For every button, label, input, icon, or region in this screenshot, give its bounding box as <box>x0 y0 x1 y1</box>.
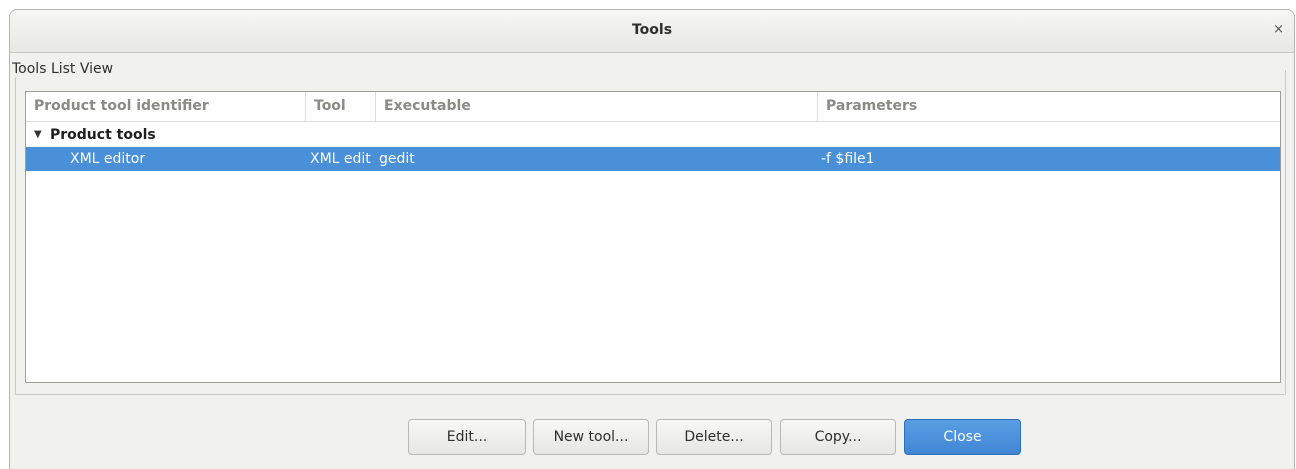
copy-button[interactable]: Copy... <box>780 419 896 455</box>
expander-triangle-icon[interactable]: ▼ <box>34 123 42 147</box>
cell-tool: XML edit <box>310 151 371 167</box>
tree-group-label: Product tools <box>50 127 156 143</box>
tools-dialog: Tools × Tools List View Product tool ide… <box>9 9 1295 469</box>
cell-executable: gedit <box>379 151 415 167</box>
tree-group-product-tools[interactable]: ▼ Product tools <box>26 123 1280 147</box>
window-title: Tools <box>631 22 673 38</box>
column-header-tool[interactable]: Tool <box>306 92 376 121</box>
column-header-product-tool-identifier[interactable]: Product tool identifier <box>26 92 306 121</box>
table-row[interactable]: XML editor XML edit gedit -f $file1 <box>26 147 1280 171</box>
window-close-icon[interactable]: × <box>1273 22 1284 38</box>
tools-list-view[interactable]: Product tool identifier Tool Executable … <box>25 91 1281 383</box>
tools-list-view-group-label: Tools List View <box>12 61 118 77</box>
cell-identifier: XML editor <box>70 151 146 167</box>
title-bar[interactable]: Tools × <box>10 10 1294 53</box>
column-header-executable[interactable]: Executable <box>376 92 818 121</box>
column-header-parameters[interactable]: Parameters <box>818 92 1280 121</box>
list-header: Product tool identifier Tool Executable … <box>26 92 1280 122</box>
delete-button[interactable]: Delete... <box>656 419 772 455</box>
edit-button[interactable]: Edit... <box>408 419 526 455</box>
close-button[interactable]: Close <box>904 419 1021 455</box>
new-tool-button[interactable]: New tool... <box>533 419 649 455</box>
cell-parameters: -f $file1 <box>821 151 875 167</box>
